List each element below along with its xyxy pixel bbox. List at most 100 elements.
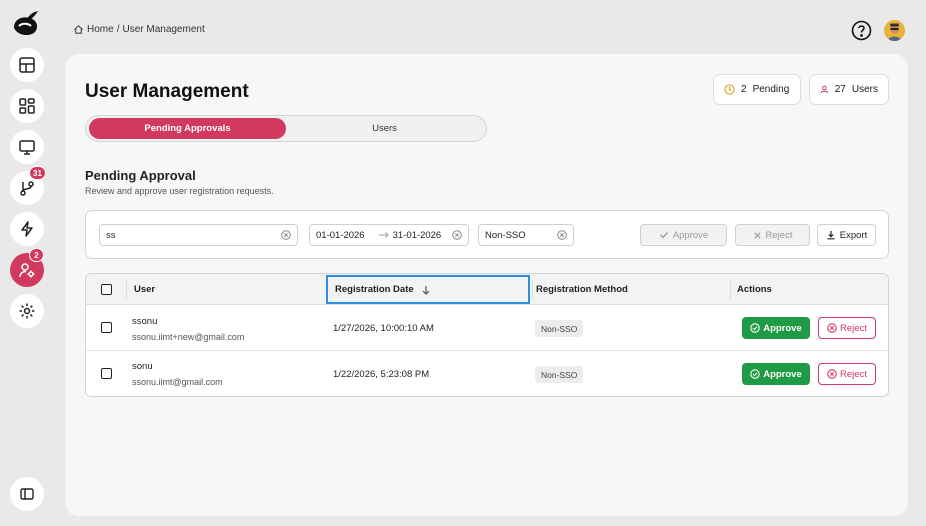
section-title: Pending Approval bbox=[85, 168, 196, 183]
table-row: sonu ssonu.iimt@gmail.com 1/22/2026, 5:2… bbox=[86, 351, 888, 396]
approve-label: Approve bbox=[763, 322, 802, 334]
tab-users[interactable]: Users bbox=[286, 118, 483, 139]
column-header-registration-date[interactable]: Registration Date bbox=[335, 274, 431, 305]
pending-count-badge[interactable]: 2 Pending bbox=[713, 74, 801, 105]
clock-icon bbox=[724, 84, 735, 95]
sidebar-item-monitor[interactable] bbox=[10, 130, 44, 164]
x-circle-icon bbox=[827, 323, 837, 333]
column-header-user[interactable]: User bbox=[134, 274, 155, 305]
user-name: sonu bbox=[132, 361, 153, 372]
row-checkbox[interactable] bbox=[101, 368, 112, 379]
section-subtitle: Review and approve user registration req… bbox=[85, 186, 274, 196]
app-logo[interactable] bbox=[10, 8, 42, 40]
search-input[interactable]: ss bbox=[99, 224, 298, 246]
users-count: 27 bbox=[834, 84, 846, 95]
bulk-reject-label: Reject bbox=[765, 229, 793, 241]
top-bar: Home / User Management bbox=[52, 0, 926, 55]
reject-button[interactable]: Reject bbox=[818, 317, 876, 339]
sidebar-item-apps[interactable] bbox=[10, 89, 44, 123]
user-gear-icon bbox=[19, 263, 35, 278]
bulk-approve-label: Approve bbox=[672, 229, 709, 241]
lightning-icon bbox=[21, 221, 33, 237]
pending-users-table: User Registration Date Registration Meth… bbox=[85, 273, 889, 397]
bulk-approve-button[interactable]: Approve bbox=[640, 224, 727, 246]
user-management-badge: 2 bbox=[29, 248, 44, 262]
pending-count: 2 bbox=[741, 84, 747, 95]
layout-icon bbox=[19, 57, 35, 73]
search-value: ss bbox=[106, 229, 116, 241]
branch-icon bbox=[20, 181, 34, 196]
check-circle-icon bbox=[750, 323, 760, 333]
monitor-icon bbox=[19, 140, 35, 155]
sidebar-toggle-icon bbox=[20, 488, 34, 500]
x-circle-icon bbox=[827, 369, 837, 379]
reject-label: Reject bbox=[840, 368, 867, 380]
registration-method-tag: Non-SSO bbox=[535, 320, 584, 337]
date-end: 31-01-2026 bbox=[392, 229, 442, 241]
breadcrumb-current: User Management bbox=[122, 24, 205, 35]
method-select[interactable]: Non-SSO bbox=[478, 224, 574, 246]
main-panel: User Management 2 Pending 27 Users Pendi… bbox=[65, 54, 908, 516]
method-value: Non-SSO bbox=[485, 229, 526, 241]
page-title: User Management bbox=[85, 81, 249, 102]
check-circle-icon bbox=[750, 369, 760, 379]
sidebar-item-settings[interactable] bbox=[10, 294, 44, 328]
column-divider bbox=[532, 280, 533, 299]
filter-bar: ss 01-01-2026 31-01-2026 Non-SSO Approve… bbox=[85, 210, 889, 259]
tab-pending-approvals[interactable]: Pending Approvals bbox=[89, 118, 286, 139]
clear-date-icon[interactable] bbox=[452, 230, 462, 240]
user-icon bbox=[820, 85, 829, 94]
clear-method-icon[interactable] bbox=[557, 230, 567, 240]
sidebar-item-dashboard[interactable] bbox=[10, 48, 44, 82]
export-label: Export bbox=[839, 229, 868, 241]
date-start: 01-01-2026 bbox=[316, 229, 365, 241]
bulk-reject-button[interactable]: Reject bbox=[735, 224, 810, 246]
breadcrumb-home[interactable]: Home bbox=[87, 24, 114, 35]
sidebar-item-user-management[interactable]: 2 bbox=[10, 248, 44, 287]
sidebar-item-automation[interactable] bbox=[10, 212, 44, 246]
export-button[interactable]: Export bbox=[817, 224, 876, 246]
column-divider bbox=[126, 280, 127, 299]
user-email: ssonu.iimt@gmail.com bbox=[132, 377, 223, 387]
registration-date: 1/22/2026, 5:23:08 PM bbox=[333, 369, 430, 380]
reject-button[interactable]: Reject bbox=[818, 363, 876, 385]
download-icon bbox=[827, 231, 835, 240]
home-icon[interactable] bbox=[73, 24, 84, 35]
gear-icon bbox=[19, 303, 35, 319]
user-email: ssonu.iimt+new@gmail.com bbox=[132, 332, 245, 342]
date-range-picker[interactable]: 01-01-2026 31-01-2026 bbox=[309, 224, 469, 246]
column-divider bbox=[730, 280, 731, 299]
sort-descending-icon[interactable] bbox=[421, 285, 431, 295]
sidebar-collapse-button[interactable] bbox=[10, 477, 44, 511]
users-label: Users bbox=[851, 84, 878, 95]
select-all-checkbox[interactable] bbox=[101, 284, 112, 295]
grid-icon bbox=[19, 98, 35, 114]
column-header-registration-method[interactable]: Registration Method bbox=[536, 274, 628, 305]
user-avatar[interactable] bbox=[884, 20, 905, 41]
breadcrumb: Home / User Management bbox=[73, 24, 205, 35]
row-checkbox[interactable] bbox=[101, 322, 112, 333]
help-icon bbox=[851, 20, 872, 41]
help-button[interactable] bbox=[851, 20, 872, 41]
registration-date-header-label: Registration Date bbox=[335, 284, 414, 295]
sidebar-item-workflows[interactable]: 31 bbox=[10, 166, 46, 205]
approve-button[interactable]: Approve bbox=[742, 317, 810, 339]
column-header-actions: Actions bbox=[737, 284, 772, 295]
arrow-right-icon bbox=[378, 232, 389, 238]
registration-date: 1/27/2026, 10:00:10 AM bbox=[333, 323, 434, 334]
breadcrumb-separator: / bbox=[116, 24, 120, 35]
user-name: ssonu bbox=[132, 316, 158, 327]
workflows-badge: 31 bbox=[29, 166, 46, 180]
users-count-badge[interactable]: 27 Users bbox=[809, 74, 889, 105]
approve-button[interactable]: Approve bbox=[742, 363, 810, 385]
view-tabs: Pending Approvals Users bbox=[85, 115, 487, 142]
check-icon bbox=[659, 232, 668, 239]
reject-label: Reject bbox=[840, 322, 867, 334]
pending-label: Pending bbox=[752, 84, 790, 95]
close-icon bbox=[753, 231, 761, 239]
table-header: User Registration Date Registration Meth… bbox=[86, 274, 888, 305]
table-row: ssonu ssonu.iimt+new@gmail.com 1/27/2026… bbox=[86, 305, 888, 351]
approve-label: Approve bbox=[763, 368, 802, 380]
sidebar: 31 2 bbox=[0, 0, 52, 526]
clear-search-icon[interactable] bbox=[281, 230, 291, 240]
